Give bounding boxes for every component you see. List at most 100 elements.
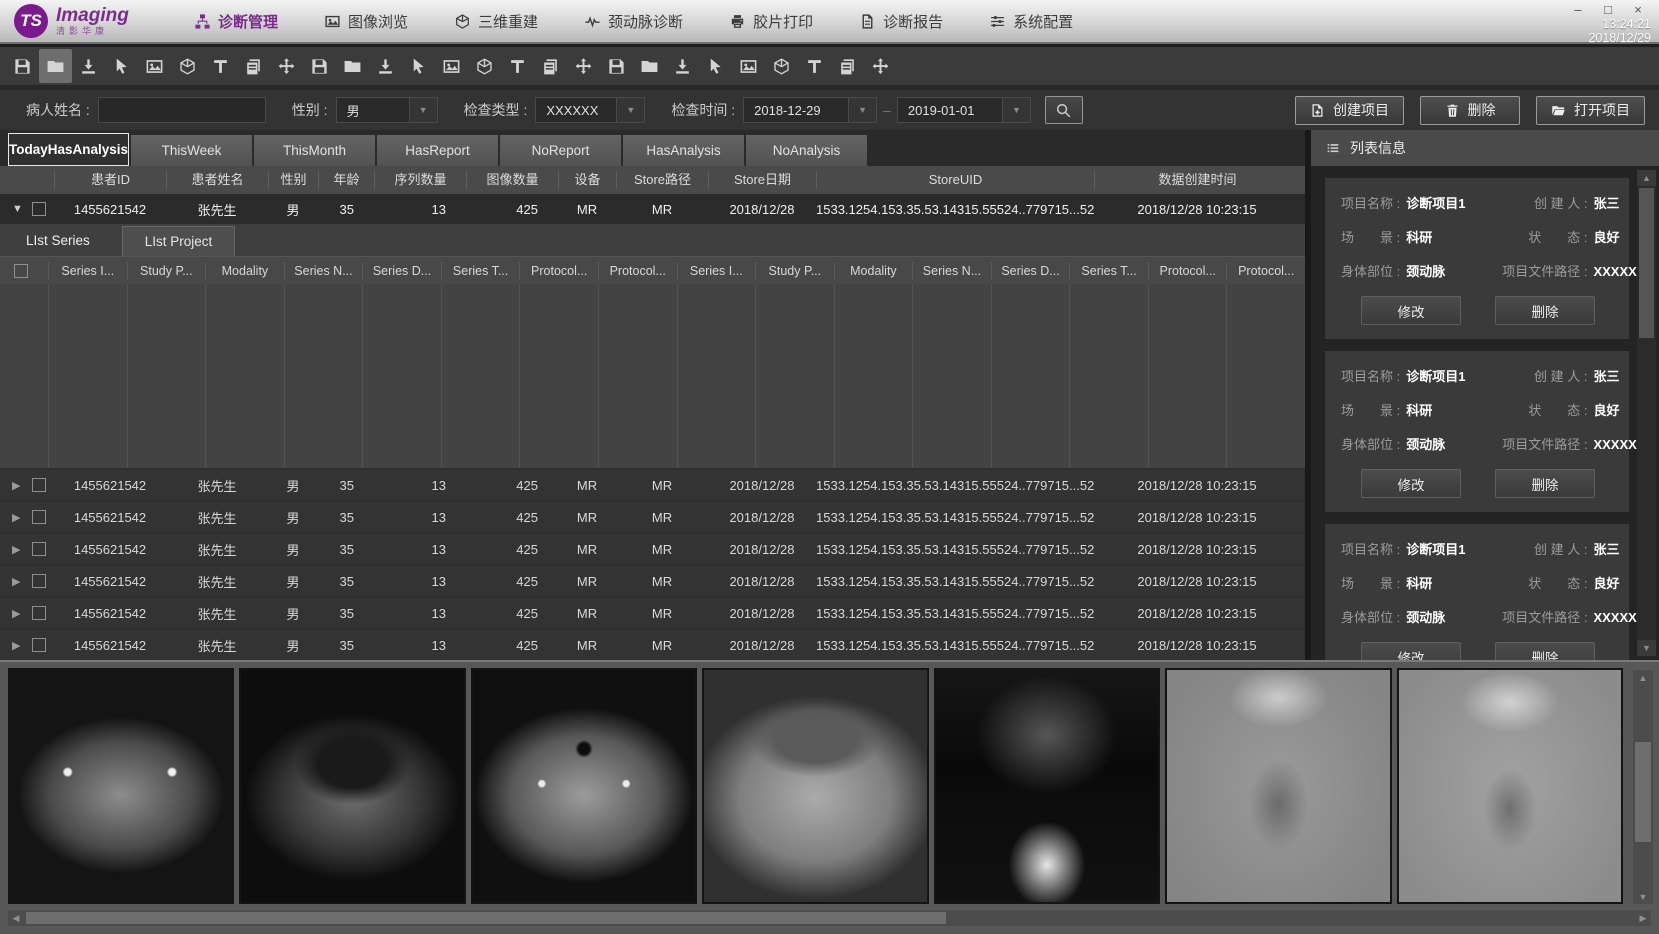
exam-type-select[interactable]: XXXXXX ▼ bbox=[535, 97, 645, 123]
toolbar-move-button[interactable] bbox=[270, 49, 303, 83]
search-button[interactable] bbox=[1045, 96, 1083, 124]
scroll-down-icon[interactable]: ▼ bbox=[1637, 640, 1656, 656]
horizontal-scrollbar-thumb[interactable] bbox=[26, 912, 946, 924]
gender-select[interactable]: 男 ▼ bbox=[336, 97, 438, 123]
action-button-file-plus[interactable]: 创建项目 bbox=[1295, 96, 1404, 125]
row-checkbox[interactable] bbox=[32, 574, 46, 588]
toolbar-cube-button[interactable] bbox=[468, 49, 501, 83]
tab-HasReport[interactable]: HasReport bbox=[377, 135, 498, 166]
toolbar-cursor-button[interactable] bbox=[699, 49, 732, 83]
chevron-down-icon[interactable]: ▼ bbox=[1002, 98, 1030, 122]
column-header-患者ID[interactable]: 患者ID bbox=[54, 171, 166, 189]
row-checkbox[interactable] bbox=[32, 478, 46, 492]
toolbar-floppy-button[interactable] bbox=[600, 49, 633, 83]
series-column-header[interactable]: Protocol... bbox=[1226, 262, 1305, 280]
toolbar-folder-button[interactable] bbox=[39, 49, 72, 83]
series-column-header[interactable]: Modality bbox=[205, 262, 284, 280]
scroll-up-icon[interactable]: ▲ bbox=[1633, 670, 1653, 685]
patient-row[interactable]: ▶1455621542张先生男3513425MRMR2018/12/281533… bbox=[0, 598, 1305, 628]
expand-arrow-icon[interactable]: ▶ bbox=[12, 575, 24, 588]
menu-item-系统配置[interactable]: 系统配置 bbox=[989, 11, 1073, 32]
series-column-header[interactable]: Series I... bbox=[677, 262, 756, 280]
collapse-arrow-icon[interactable]: ▼ bbox=[12, 203, 24, 215]
modify-button[interactable]: 修改 bbox=[1361, 469, 1461, 498]
column-header-Store日期[interactable]: Store日期 bbox=[708, 171, 816, 189]
menu-item-胶片打印[interactable]: 胶片打印 bbox=[729, 11, 813, 32]
tab-NoReport[interactable]: NoReport bbox=[500, 135, 621, 166]
thumbnail-mri-axial-1[interactable] bbox=[8, 668, 234, 904]
tab-HasAnalysis[interactable]: HasAnalysis bbox=[623, 135, 744, 166]
series-column-header[interactable]: Series I... bbox=[48, 262, 127, 280]
thumbnail-mri-axial-3[interactable] bbox=[471, 668, 697, 904]
column-header-StoreUID[interactable]: StoreUID bbox=[816, 171, 1094, 189]
select-all-checkbox[interactable] bbox=[14, 264, 28, 278]
menu-item-颈动脉诊断[interactable]: 颈动脉诊断 bbox=[584, 11, 683, 32]
date-to-picker[interactable]: 2019-01-01 ▼ bbox=[897, 97, 1031, 123]
action-button-folder-open[interactable]: 打开项目 bbox=[1536, 96, 1645, 125]
toolbar-folder-button[interactable] bbox=[633, 49, 666, 83]
toolbar-cube-button[interactable] bbox=[765, 49, 798, 83]
column-header-患者姓名[interactable]: 患者姓名 bbox=[166, 171, 268, 189]
series-column-header[interactable]: Modality bbox=[834, 262, 913, 280]
toolbar-cursor-button[interactable] bbox=[105, 49, 138, 83]
action-button-trash[interactable]: 删除 bbox=[1420, 96, 1520, 125]
thumbnail-mri-axial-4[interactable] bbox=[702, 668, 928, 904]
column-header-序列数量[interactable]: 序列数量 bbox=[374, 171, 466, 189]
toolbar-text-button[interactable] bbox=[798, 49, 831, 83]
toolbar-move-button[interactable] bbox=[864, 49, 897, 83]
toolbar-document-button[interactable] bbox=[831, 49, 864, 83]
expand-arrow-icon[interactable]: ▶ bbox=[12, 511, 24, 524]
column-header-性别[interactable]: 性别 bbox=[268, 171, 318, 189]
thumbnail-horizontal-scrollbar[interactable]: ◀ ▶ bbox=[8, 910, 1651, 926]
thumbnail-mri-coronal-dark[interactable] bbox=[934, 668, 1160, 904]
toolbar-floppy-button[interactable] bbox=[303, 49, 336, 83]
toolbar-floppy-button[interactable] bbox=[6, 49, 39, 83]
menu-item-诊断报告[interactable]: 诊断报告 bbox=[859, 11, 943, 32]
toolbar-download-button[interactable] bbox=[666, 49, 699, 83]
series-column-header[interactable]: Study P... bbox=[127, 262, 206, 280]
column-header-设备[interactable]: 设备 bbox=[558, 171, 616, 189]
toolbar-cursor-button[interactable] bbox=[402, 49, 435, 83]
panel-scrollbar[interactable]: ▲ ▼ bbox=[1637, 170, 1656, 656]
expand-arrow-icon[interactable]: ▶ bbox=[12, 607, 24, 620]
toolbar-image-button[interactable] bbox=[732, 49, 765, 83]
series-column-header[interactable]: Series T... bbox=[441, 262, 520, 280]
series-column-header[interactable]: Protocol... bbox=[519, 262, 598, 280]
tab-ThisMonth[interactable]: ThisMonth bbox=[254, 135, 375, 166]
patient-name-input[interactable] bbox=[98, 97, 266, 123]
patient-row[interactable]: ▶1455621542张先生男3513425MRMR2018/12/281533… bbox=[0, 502, 1305, 532]
tab-NoAnalysis[interactable]: NoAnalysis bbox=[746, 135, 867, 166]
series-column-header[interactable]: Series D... bbox=[991, 262, 1070, 280]
row-checkbox[interactable] bbox=[32, 542, 46, 556]
close-button[interactable]: × bbox=[1625, 2, 1651, 17]
toolbar-document-button[interactable] bbox=[534, 49, 567, 83]
series-column-header[interactable]: Study P... bbox=[755, 262, 834, 280]
series-column-header[interactable]: Series N... bbox=[284, 262, 363, 280]
toolbar-document-button[interactable] bbox=[237, 49, 270, 83]
minimize-button[interactable]: – bbox=[1565, 2, 1591, 17]
thumbnail-vertical-scrollbar[interactable]: ▲ ▼ bbox=[1633, 670, 1653, 904]
toolbar-folder-button[interactable] bbox=[336, 49, 369, 83]
scroll-down-icon[interactable]: ▼ bbox=[1633, 889, 1653, 904]
vertical-scrollbar-thumb[interactable] bbox=[1635, 742, 1651, 842]
scroll-left-icon[interactable]: ◀ bbox=[8, 910, 24, 926]
patient-row[interactable]: ▶1455621542张先生男3513425MRMR2018/12/281533… bbox=[0, 630, 1305, 660]
date-from-picker[interactable]: 2018-12-29 ▼ bbox=[743, 97, 877, 123]
thumbnail-mri-axial-2[interactable] bbox=[239, 668, 465, 904]
column-header-年龄[interactable]: 年龄 bbox=[318, 171, 374, 189]
column-header-数据创建时间[interactable]: 数据创建时间 bbox=[1094, 171, 1300, 189]
column-header-Store路径[interactable]: Store路径 bbox=[616, 171, 708, 189]
series-column-header[interactable]: Series T... bbox=[1069, 262, 1148, 280]
series-column-header[interactable]: Protocol... bbox=[598, 262, 677, 280]
thumbnail-mri-coronal-light-2[interactable] bbox=[1397, 668, 1623, 904]
chevron-down-icon[interactable]: ▼ bbox=[409, 98, 437, 122]
expand-arrow-icon[interactable]: ▶ bbox=[12, 543, 24, 556]
modify-button[interactable]: 修改 bbox=[1361, 296, 1461, 325]
series-column-header[interactable]: Series D... bbox=[362, 262, 441, 280]
toolbar-download-button[interactable] bbox=[72, 49, 105, 83]
expand-arrow-icon[interactable]: ▶ bbox=[12, 639, 24, 652]
series-column-header[interactable]: Protocol... bbox=[1148, 262, 1227, 280]
chevron-down-icon[interactable]: ▼ bbox=[616, 98, 644, 122]
menu-item-三维重建[interactable]: 三维重建 bbox=[454, 11, 538, 32]
delete-button[interactable]: 删除 bbox=[1495, 469, 1595, 498]
